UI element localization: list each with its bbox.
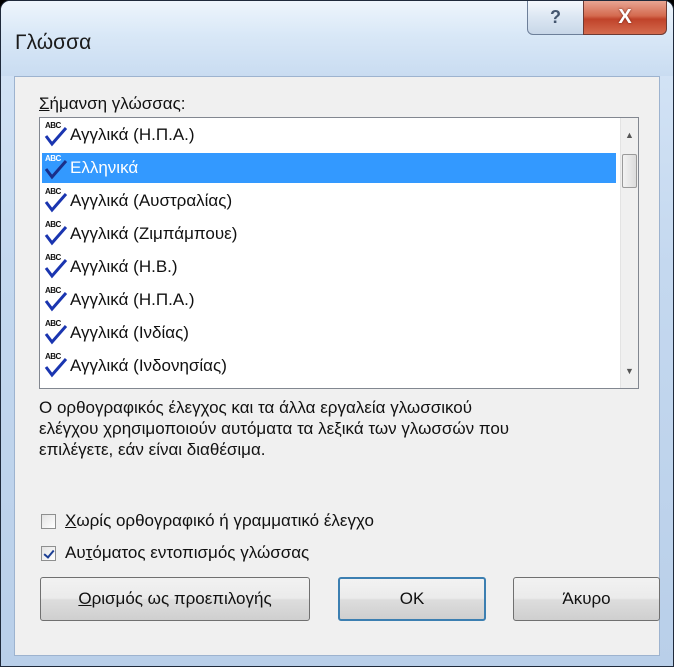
close-button[interactable]: X xyxy=(583,1,667,35)
language-list-label: Σήμανση γλώσσας: xyxy=(39,94,186,113)
language-listbox[interactable]: ABC Αγγλικά (Η.Π.Α.) ABC Ελληνικά ABC Αγγλικά… xyxy=(39,117,639,389)
proofing-description: Ο ορθογραφικός έλεγχος και τα άλλα εργαλ… xyxy=(39,398,510,459)
detect-language-checkbox-box[interactable] xyxy=(41,545,56,561)
language-label: Αγγλικά (Ινδίας) xyxy=(70,323,189,342)
help-icon: ? xyxy=(550,7,561,27)
set-default-button[interactable]: Ορισμός ως προεπιλογής xyxy=(40,577,310,621)
spellcheck-icon: ABC xyxy=(44,352,68,380)
language-label: Αγγλικά (Αυστραλίας) xyxy=(70,191,233,210)
language-list-item[interactable]: ABC Αγγλικά (Η.Π.Α.) xyxy=(42,285,616,315)
language-dialog: Γλώσσα ? X Σήμανση γλώσσας: ABC Αγγλικά (… xyxy=(0,0,674,667)
scroll-up-arrow-icon[interactable]: ▲ xyxy=(621,126,638,144)
no-proofing-checkbox-box[interactable] xyxy=(41,513,56,529)
close-icon: X xyxy=(618,6,632,28)
language-label: Αγγλικά (Η.Π.Α.) xyxy=(70,290,195,309)
spellcheck-icon: ABC xyxy=(44,286,68,314)
language-list-item[interactable]: ABC Αγγλικά (Ζιμπάμπουε) xyxy=(42,219,616,249)
spellcheck-icon: ABC xyxy=(44,220,68,248)
spellcheck-icon: ABC xyxy=(44,121,68,149)
language-list-item[interactable]: ABC Αγγλικά (Ινδονησίας) xyxy=(42,351,616,381)
language-label: Αγγλικά (Ζιμπάμπουε) xyxy=(70,224,238,243)
spellcheck-icon: ABC xyxy=(44,319,68,347)
dialog-body: Σήμανση γλώσσας: ABC Αγγλικά (Η.Π.Α.) ABC Ε… xyxy=(14,76,660,656)
cancel-button[interactable]: Άκυρο xyxy=(513,577,660,621)
spellcheck-icon: ABC xyxy=(44,154,68,182)
ok-button[interactable]: OK xyxy=(338,577,486,621)
no-proofing-label: Χωρίς ορθογραφικό ή γραμματικό έλεγχο xyxy=(65,511,374,530)
language-list-item[interactable]: ABC Αγγλικά (Η.Π.Α.) xyxy=(42,120,616,150)
spellcheck-icon: ABC xyxy=(44,187,68,215)
help-button[interactable]: ? xyxy=(527,1,584,35)
language-list-item[interactable]: ABC Αγγλικά (Η.Β.) xyxy=(42,252,616,282)
scroll-down-arrow-icon[interactable]: ▼ xyxy=(621,362,638,380)
vertical-scrollbar[interactable]: ▲ ▼ xyxy=(620,118,638,388)
language-list-item[interactable]: ABC Αγγλικά (Ινδίας) xyxy=(42,318,616,348)
dialog-title: Γλώσσα xyxy=(15,31,92,54)
language-list-item[interactable]: ABC Αγγλικά (Αυστραλίας) xyxy=(42,186,616,216)
language-label: Ελληνικά xyxy=(70,158,139,177)
title-bar[interactable]: Γλώσσα ? X xyxy=(1,1,673,76)
language-list: ABC Αγγλικά (Η.Π.Α.) ABC Ελληνικά ABC Αγγλικά… xyxy=(40,118,620,388)
language-list-item[interactable]: ABC Ελληνικά xyxy=(42,153,616,183)
scroll-thumb[interactable] xyxy=(622,154,637,188)
detect-language-checkbox[interactable]: Αυτόματος εντοπισμός γλώσσας xyxy=(41,543,309,563)
language-label: Αγγλικά (Ινδονησίας) xyxy=(70,356,227,375)
spellcheck-icon: ABC xyxy=(44,253,68,281)
language-label: Αγγλικά (Η.Π.Α.) xyxy=(70,125,195,144)
detect-language-label: Αυτόματος εντοπισμός γλώσσας xyxy=(65,543,310,562)
no-proofing-checkbox[interactable]: Χωρίς ορθογραφικό ή γραμματικό έλεγχο xyxy=(41,511,374,531)
language-label: Αγγλικά (Η.Β.) xyxy=(70,257,178,276)
